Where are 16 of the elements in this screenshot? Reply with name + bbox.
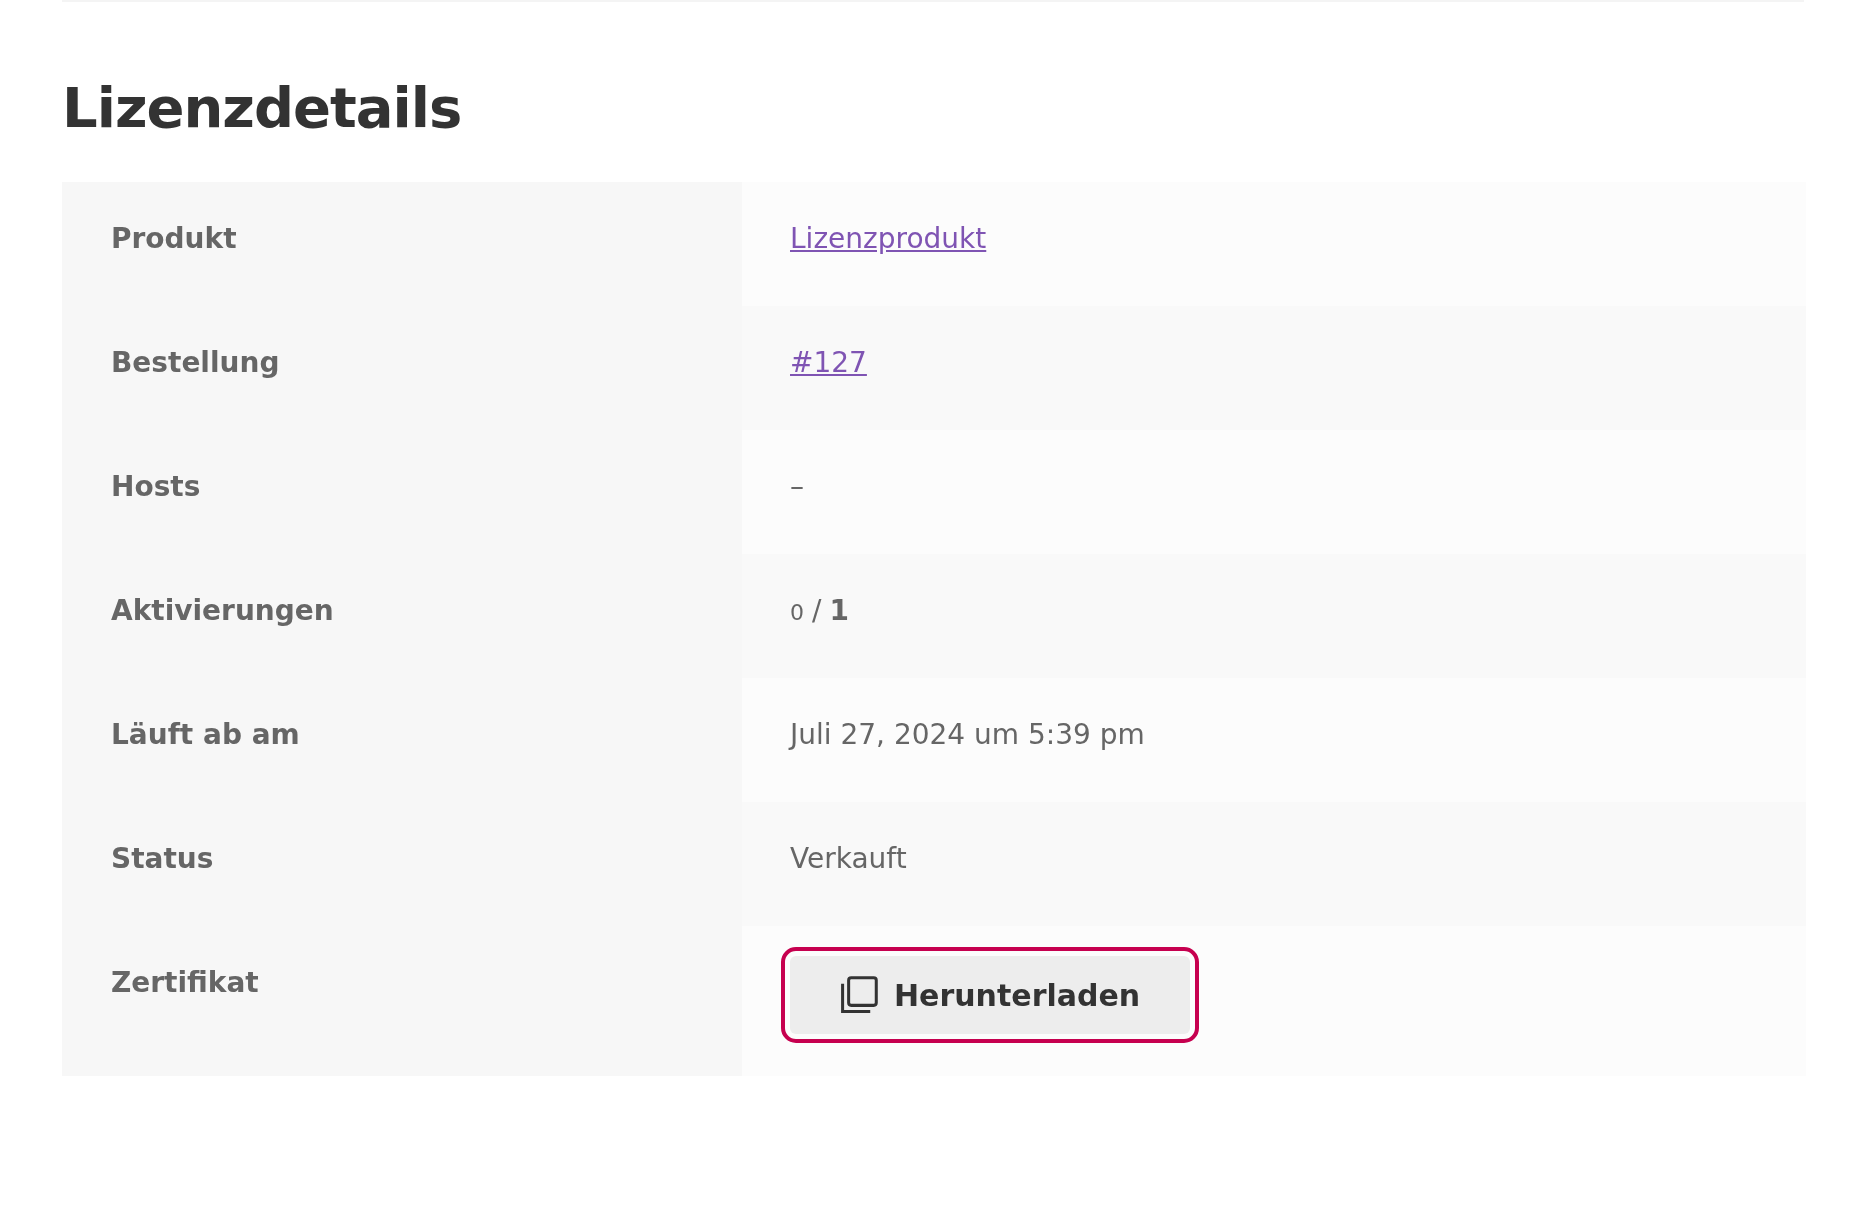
field-value: Juli 27, 2024 um 5:39 pm — [790, 718, 1145, 751]
value-link[interactable]: #127 — [790, 346, 867, 379]
field-label: Status — [111, 842, 214, 875]
field-label: Produkt — [111, 222, 237, 255]
activation-limit: 1 — [829, 594, 849, 627]
field-value: – — [790, 470, 804, 503]
field-value: Verkauft — [790, 842, 907, 875]
field-label: Bestellung — [111, 346, 280, 379]
field-label: Aktivierungen — [111, 594, 334, 627]
value-link[interactable]: Lizenzprodukt — [790, 222, 987, 255]
field-label: Zertifikat — [111, 966, 259, 999]
page-title: Lizenzdetails — [62, 80, 463, 136]
separator: / — [812, 594, 822, 627]
field-label: Hosts — [111, 470, 201, 503]
field-label: Läuft ab am — [111, 718, 300, 751]
activation-count: 0 — [790, 600, 804, 625]
